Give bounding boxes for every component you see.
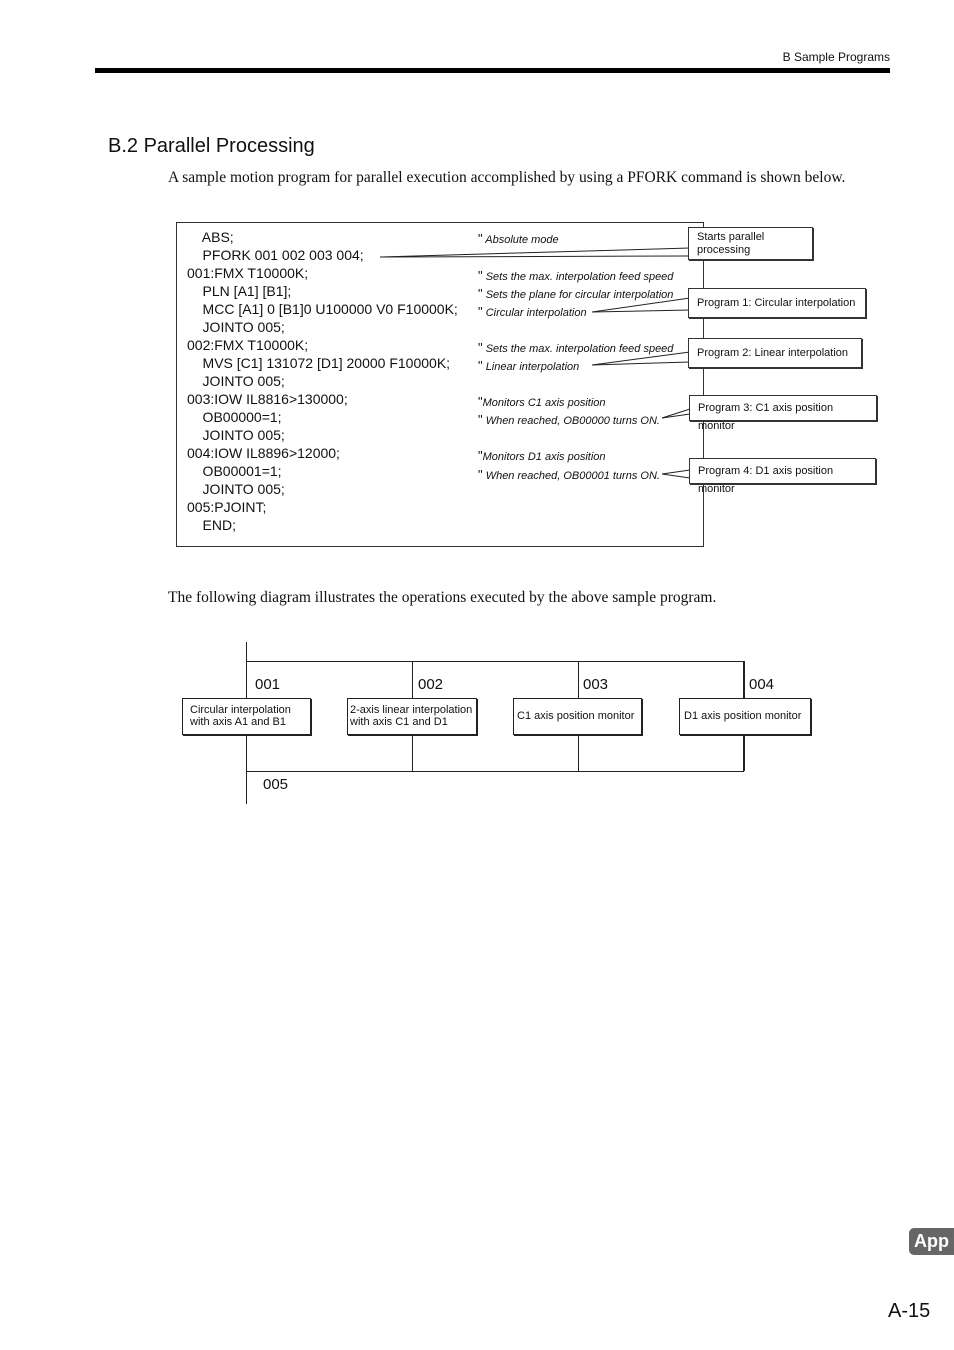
callout-program-2: Program 2: Linear interpolation bbox=[688, 338, 862, 368]
callout-leaders bbox=[379, 247, 691, 479]
task-id-003: 003 bbox=[583, 676, 609, 693]
task-id-002: 002 bbox=[418, 676, 444, 693]
appendix-tab: App bbox=[909, 1228, 954, 1255]
leader-line bbox=[661, 473, 691, 479]
fork-line bbox=[246, 661, 744, 662]
join-id-005: 005 bbox=[263, 776, 289, 793]
task-box-002: 2-axis linear interpolation with axis C1… bbox=[347, 698, 477, 735]
leader-line bbox=[661, 408, 691, 419]
callout-starts-parallel: Starts parallel processing bbox=[688, 227, 813, 260]
leader-line bbox=[661, 413, 691, 419]
leader-line bbox=[661, 469, 691, 475]
task-id-001: 001 bbox=[255, 676, 281, 693]
task-box-003: C1 axis position monitor bbox=[513, 698, 642, 735]
page-number: A-15 bbox=[888, 1300, 931, 1322]
callout-program-1: Program 1: Circular interpolation bbox=[688, 288, 866, 318]
task-box-004: D1 axis position monitor bbox=[679, 698, 811, 735]
callout-program-3: Program 3: C1 axis position monitor bbox=[689, 395, 877, 432]
task-box-001: Circular interpolation with axis A1 and … bbox=[182, 698, 311, 735]
join-line bbox=[246, 771, 744, 772]
task-id-004: 004 bbox=[749, 676, 775, 693]
callout-program-4: Program 4: D1 axis position monitor bbox=[689, 458, 876, 495]
diagram-intro-paragraph: The following diagram illustrates the op… bbox=[168, 589, 717, 606]
leader-line bbox=[379, 247, 691, 258]
